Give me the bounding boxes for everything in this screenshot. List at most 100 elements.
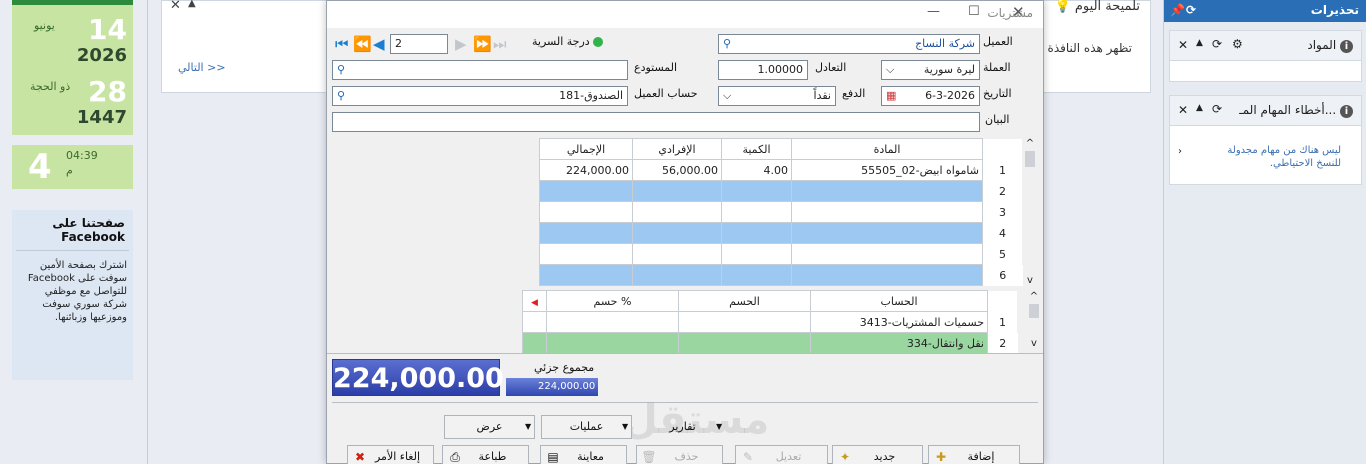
cell-account[interactable]: 334-نقل وانتقال bbox=[810, 332, 988, 354]
reports-menu-button[interactable]: ▼ تقارير bbox=[637, 415, 728, 439]
cell-item[interactable]: 55505_02-شامواه ابيض bbox=[791, 159, 983, 181]
first-record-icon[interactable]: ⏮ bbox=[335, 35, 349, 53]
cell-qty[interactable] bbox=[721, 243, 792, 265]
col-account[interactable]: الحساب bbox=[810, 290, 988, 312]
scroll-up-icon: ^ bbox=[1029, 291, 1039, 302]
table-row[interactable]: 334-نقل وانتقال 2 bbox=[522, 332, 1018, 354]
cell-qty[interactable] bbox=[721, 264, 792, 286]
items-scrollbar[interactable]: ^ v bbox=[1023, 138, 1037, 286]
cell-pct[interactable] bbox=[546, 332, 679, 354]
next-record-icon[interactable]: ▶ bbox=[455, 35, 467, 53]
warnings-header: 📌 ⟳ تحذيرات bbox=[1164, 0, 1366, 22]
refresh-icon[interactable]: ⟳ bbox=[1186, 3, 1196, 17]
cell-pct[interactable] bbox=[546, 311, 679, 333]
search-icon[interactable]: ⚲ bbox=[333, 61, 349, 79]
cell-qty[interactable] bbox=[721, 180, 792, 202]
cell-unit[interactable] bbox=[632, 243, 722, 265]
new-button[interactable]: ✦ جديد bbox=[832, 445, 923, 464]
maximize-icon[interactable]: ☐ bbox=[968, 4, 980, 19]
col-discount-pct[interactable]: حسم % bbox=[546, 290, 679, 312]
discounts-scrollbar[interactable]: ^ v bbox=[1027, 291, 1041, 349]
print-button[interactable]: ⎙ طباعة bbox=[442, 445, 529, 464]
edit-button[interactable]: ✎ تعديل bbox=[735, 445, 828, 464]
cell-unit[interactable] bbox=[632, 264, 722, 286]
search-icon[interactable]: ⚲ bbox=[333, 87, 349, 105]
cell-unit[interactable]: 56,000.00 bbox=[632, 159, 722, 181]
cell-disc[interactable] bbox=[678, 311, 811, 333]
cell-item[interactable] bbox=[791, 222, 983, 244]
cell-qty[interactable]: 4.00 bbox=[721, 159, 792, 181]
statement-field[interactable] bbox=[332, 112, 980, 132]
chevron-right-icon[interactable]: › bbox=[1178, 146, 1182, 157]
cell-total[interactable] bbox=[539, 180, 633, 202]
cell-unit[interactable] bbox=[632, 180, 722, 202]
customer-account-field[interactable]: ⚲ 181-الصندوق bbox=[332, 86, 628, 106]
add-button[interactable]: ✚ إضافة bbox=[928, 445, 1020, 464]
minimize-icon[interactable]: — bbox=[927, 4, 940, 19]
prev-page-icon[interactable]: ⏪ bbox=[353, 35, 372, 53]
close-icon[interactable]: ✕ bbox=[1178, 103, 1188, 117]
collapse-icon[interactable]: ▲ bbox=[1196, 38, 1203, 48]
view-menu-button[interactable]: ▼ عرض bbox=[444, 415, 535, 439]
cell-total[interactable] bbox=[539, 243, 633, 265]
cancel-button[interactable]: ✖ إلغاء الأمر bbox=[347, 445, 434, 464]
cell-item[interactable] bbox=[791, 201, 983, 223]
cell-total[interactable]: 224,000.00 bbox=[539, 159, 633, 181]
table-row[interactable]: 3413-حسميات المشتريات 1 bbox=[522, 311, 1018, 333]
table-row[interactable]: 224,000.00 56,000.00 4.00 55505_02-شامواه ا… bbox=[539, 159, 1023, 181]
pin-icon[interactable]: 📌 bbox=[1170, 3, 1185, 17]
row-number: 2 bbox=[982, 180, 1023, 202]
col-discount[interactable]: الحسم bbox=[678, 290, 811, 312]
collapse-icon[interactable]: ▲ bbox=[1196, 103, 1203, 113]
row-number: 3 bbox=[982, 201, 1023, 223]
col-unit-price[interactable]: الإفرادي bbox=[632, 138, 722, 160]
cell-item[interactable] bbox=[791, 243, 983, 265]
col-total[interactable]: الإجمالي bbox=[539, 138, 633, 160]
search-icon[interactable]: ⚲ bbox=[719, 35, 735, 53]
gear-icon[interactable]: ⚙ bbox=[1232, 37, 1243, 51]
customer-field[interactable]: ⚲ شركة النساج bbox=[718, 34, 980, 54]
exchange-field[interactable]: 1.00000 bbox=[718, 60, 808, 80]
currency-select[interactable]: ⌵ ليرة سورية bbox=[881, 60, 980, 80]
delete-button[interactable]: 🗑 حذف bbox=[636, 445, 723, 464]
subtotal-label: مجموع جزئي bbox=[534, 361, 595, 374]
tip-collapse-icon[interactable]: ▲ bbox=[188, 0, 196, 9]
cell-qty[interactable] bbox=[721, 222, 792, 244]
tip-close-icon[interactable]: ✕ bbox=[170, 0, 181, 13]
table-row[interactable]: 3 bbox=[539, 201, 1023, 223]
prev-record-icon[interactable]: ◀ bbox=[373, 35, 385, 53]
date-field[interactable]: ▦ 6-3-2026 bbox=[881, 86, 980, 106]
record-number-field[interactable]: 2 bbox=[390, 34, 448, 54]
cell-unit[interactable] bbox=[632, 222, 722, 244]
table-row[interactable]: 2 bbox=[539, 180, 1023, 202]
payment-select[interactable]: ⌵ نقداً bbox=[718, 86, 836, 106]
calendar-icon[interactable]: ▦ bbox=[886, 87, 896, 105]
row-number: 5 bbox=[982, 243, 1023, 265]
cell-total[interactable] bbox=[539, 222, 633, 244]
tip-next-link[interactable]: التالي >> bbox=[178, 61, 226, 74]
table-row[interactable]: 6 bbox=[539, 264, 1023, 286]
cell-qty[interactable] bbox=[721, 201, 792, 223]
table-row[interactable]: 5 bbox=[539, 243, 1023, 265]
refresh-icon[interactable]: ⟳ bbox=[1212, 37, 1222, 51]
table-row[interactable]: 4 bbox=[539, 222, 1023, 244]
cell-total[interactable] bbox=[539, 264, 633, 286]
cell-item[interactable] bbox=[791, 264, 983, 286]
next-page-icon[interactable]: ⏩ bbox=[473, 35, 492, 53]
row-number: 4 bbox=[982, 222, 1023, 244]
col-quantity[interactable]: الكمية bbox=[721, 138, 792, 160]
close-icon[interactable]: ✕ bbox=[1178, 38, 1188, 52]
cell-total[interactable] bbox=[539, 201, 633, 223]
cell-account[interactable]: 3413-حسميات المشتريات bbox=[810, 311, 988, 333]
col-item[interactable]: المادة bbox=[791, 138, 983, 160]
warehouse-field[interactable]: ⚲ bbox=[332, 60, 628, 80]
operations-menu-button[interactable]: ▼ عمليات bbox=[541, 415, 632, 439]
refresh-icon[interactable]: ⟳ bbox=[1212, 102, 1222, 116]
last-record-icon[interactable]: ⏭ bbox=[493, 35, 507, 53]
gregorian-day: 14 bbox=[88, 13, 127, 46]
items-grid: الإجمالي الإفرادي الكمية المادة 224,000.… bbox=[539, 138, 1023, 286]
cell-unit[interactable] bbox=[632, 201, 722, 223]
cell-disc[interactable] bbox=[678, 332, 811, 354]
cell-item[interactable] bbox=[791, 180, 983, 202]
preview-button[interactable]: ▤ معاينة bbox=[540, 445, 627, 464]
